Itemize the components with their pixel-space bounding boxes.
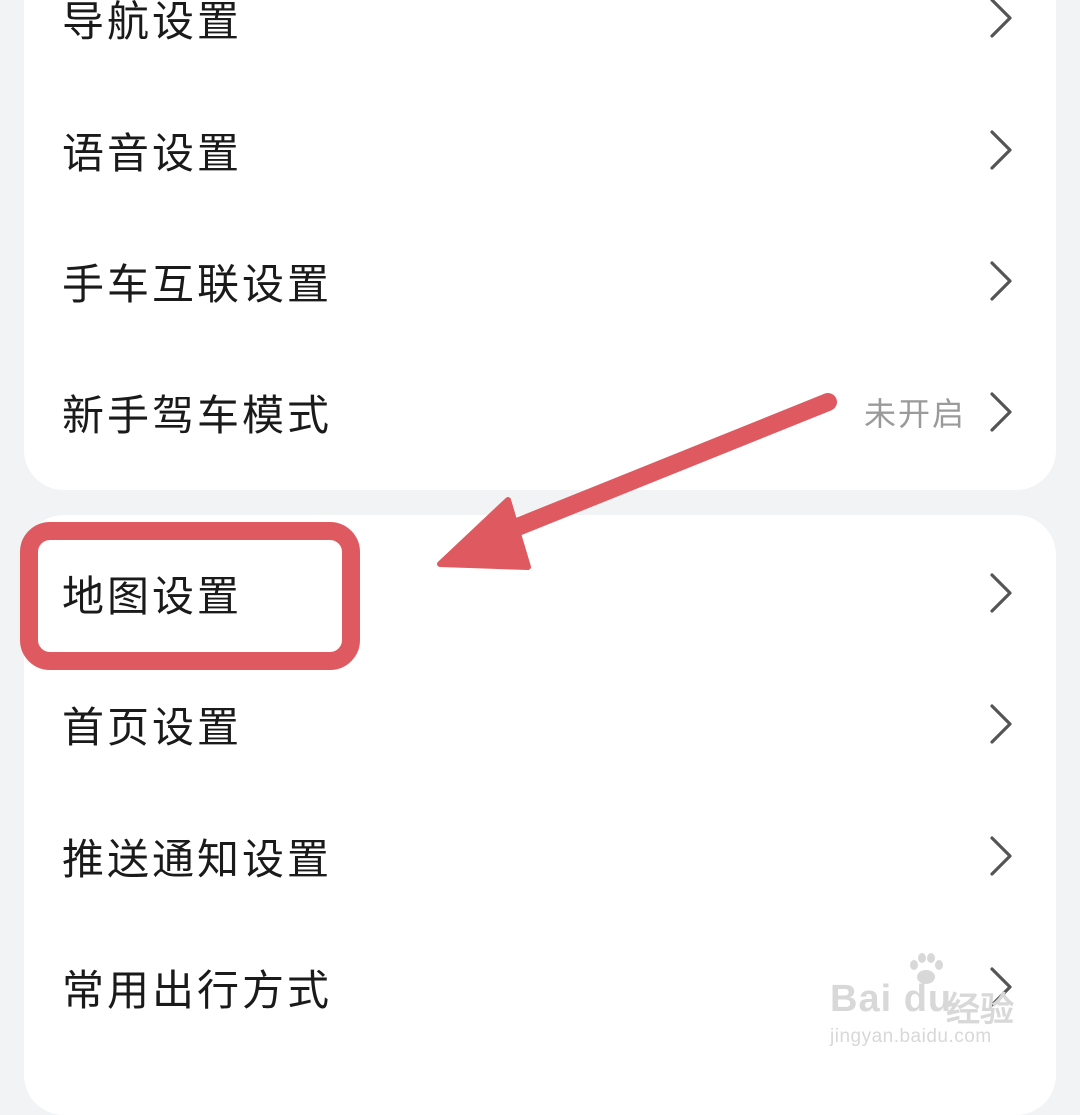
chevron-right-icon — [990, 0, 1012, 38]
watermark-text: 经验 — [946, 991, 1014, 1029]
settings-item-push-notification[interactable]: 推送通知设置 — [24, 791, 1056, 921]
chevron-right-icon — [990, 836, 1012, 876]
settings-item-voice[interactable]: 语音设置 — [24, 85, 1056, 215]
settings-item-label: 手车互联设置 — [62, 259, 333, 309]
settings-item-status: 未开启 — [863, 395, 966, 433]
settings-item-home[interactable]: 首页设置 — [24, 659, 1056, 789]
settings-card-primary: 导航设置 语音设置 手车互联设置 新手驾车模式 未开启 — [24, 0, 1056, 490]
settings-item-label: 地图设置 — [62, 571, 243, 621]
watermark-logo: Bai du — [830, 978, 953, 1020]
watermark: Bai du 经验 jingyan.baidu.com — [830, 953, 1030, 1060]
chevron-right-icon — [990, 392, 1012, 432]
settings-item-label: 新手驾车模式 — [62, 390, 333, 440]
settings-item-label: 推送通知设置 — [62, 834, 333, 884]
settings-item-label: 语音设置 — [62, 128, 243, 178]
settings-item-label: 首页设置 — [62, 702, 243, 752]
chevron-right-icon — [990, 130, 1012, 170]
chevron-right-icon — [990, 573, 1012, 613]
chevron-right-icon — [990, 704, 1012, 744]
settings-item-phone-car-link[interactable]: 手车互联设置 — [24, 216, 1056, 346]
settings-item-navigation[interactable]: 导航设置 — [24, 0, 1056, 83]
chevron-right-icon — [990, 261, 1012, 301]
watermark-url: jingyan.baidu.com — [830, 1026, 992, 1047]
settings-item-map[interactable]: 地图设置 — [24, 528, 1056, 658]
settings-item-novice-driving-mode[interactable]: 新手驾车模式 未开启 — [24, 347, 1056, 477]
settings-item-label: 导航设置 — [62, 0, 243, 46]
